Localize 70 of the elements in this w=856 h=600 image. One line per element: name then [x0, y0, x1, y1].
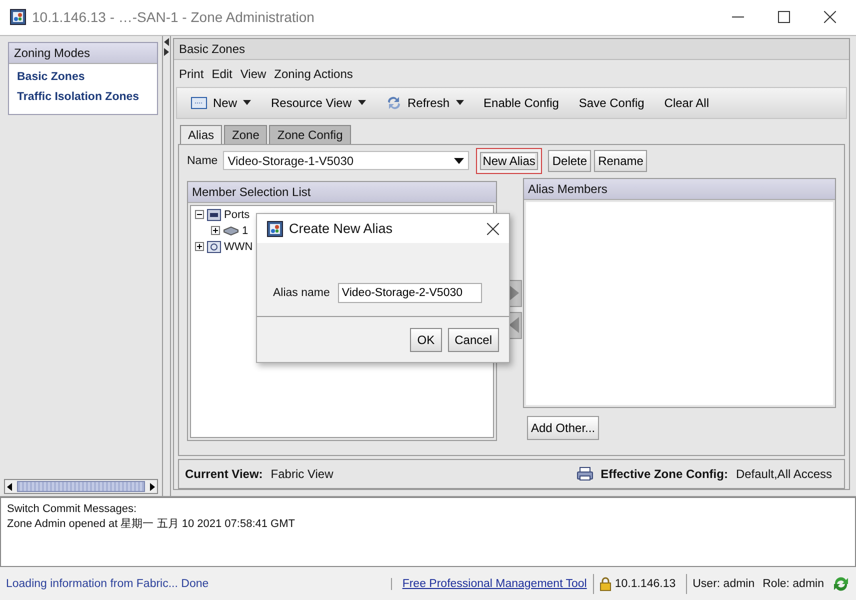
panel-title: Zoning Modes [9, 42, 157, 64]
status-text: 10.1.146.13 [614, 578, 676, 590]
window-title: 10.1.146.13 - …-SAN-1 - Zone Administration [32, 9, 314, 26]
mode-item[interactable]: Traffic Isolation Zones [17, 88, 149, 108]
link[interactable]: Free Professional Management Tool [391, 578, 593, 590]
mode-item[interactable]: Basic Zones [17, 68, 149, 88]
menu-item[interactable]: Edit [212, 66, 232, 81]
caret-icon [456, 100, 464, 106]
alias-button[interactable]: Delete [548, 150, 592, 172]
message-line: Switch Commit Messages: [7, 502, 138, 518]
port-icon [207, 208, 221, 221]
caret-icon [243, 100, 252, 106]
toolbar-button[interactable]: Resource View [263, 94, 374, 112]
info-value: Default,All Access [736, 467, 832, 482]
printer-icon [576, 467, 593, 482]
expander-icon[interactable] [195, 210, 204, 220]
list-header: Member Selection List [188, 182, 496, 203]
refresh-icon [386, 96, 402, 110]
tree-item[interactable]: 1 [242, 224, 248, 237]
dialog-button[interactable]: Cancel [448, 328, 499, 352]
tree-item[interactable]: Ports [224, 208, 250, 221]
expander-icon[interactable] [211, 226, 220, 236]
lock-icon [600, 576, 611, 591]
device-icon [207, 240, 221, 253]
info-label: Current View: [185, 467, 263, 482]
left-arrow-icon [509, 317, 519, 334]
maximize-icon [778, 11, 790, 24]
tree-item[interactable]: WWN [224, 240, 253, 253]
info-label: Effective Zone Config: [600, 467, 728, 482]
panel-title: Basic Zones [174, 38, 849, 60]
status-text: Loading information from Fabric... Done [6, 578, 209, 590]
menu-item[interactable]: Zoning Actions [274, 66, 353, 81]
close-icon [487, 222, 499, 234]
switch-icon [223, 226, 239, 236]
dialog-title: Create New Alias [289, 221, 393, 236]
toolbar-button[interactable]: Clear All [656, 94, 717, 112]
window-icon [191, 96, 207, 109]
caret-icon [454, 158, 464, 164]
close-icon [824, 11, 836, 24]
message-line: Zone Admin opened at 星期一 五月 10 2021 07:58:41 GMT [7, 517, 296, 532]
sync-icon [832, 574, 850, 593]
tab[interactable]: Zone [224, 124, 268, 144]
dialog-button[interactable]: OK [410, 328, 442, 352]
menu-item[interactable]: Print [179, 66, 204, 81]
field-label: Name [187, 154, 218, 167]
status-text: User: admin [692, 578, 755, 590]
toolbar-button[interactable]: Refresh [378, 94, 472, 112]
name-dropdown[interactable]: Video-Storage-1-V5030 [222, 151, 469, 170]
add-other-button[interactable]: Add Other... [527, 416, 600, 440]
list-header: Alias Members [524, 178, 835, 200]
toolbar-button[interactable]: New [183, 94, 260, 112]
caret-icon [358, 100, 366, 106]
collapse-left-icon [164, 38, 170, 46]
tab[interactable]: Alias [180, 124, 222, 144]
expander-icon[interactable] [195, 242, 204, 252]
expand-right-icon [164, 48, 170, 56]
tab[interactable]: Zone Config [269, 124, 351, 144]
status-text: Role: admin [762, 578, 824, 590]
toolbar-button[interactable]: Save Config [570, 94, 652, 112]
field-label: Alias name [273, 286, 330, 298]
info-value: Fabric View [270, 467, 334, 482]
alias-name-field[interactable]: Video-Storage-2-V5030 [338, 282, 482, 302]
scroll-right-icon [147, 482, 157, 492]
scroll-left-icon [5, 482, 15, 492]
alias-button[interactable]: Rename [594, 150, 648, 172]
menu-item[interactable]: View [240, 66, 266, 81]
toolbar-button[interactable]: Enable Config [476, 94, 567, 112]
app-icon [267, 220, 283, 236]
app-icon [10, 9, 26, 26]
alias-button[interactable]: New Alias [476, 148, 542, 174]
